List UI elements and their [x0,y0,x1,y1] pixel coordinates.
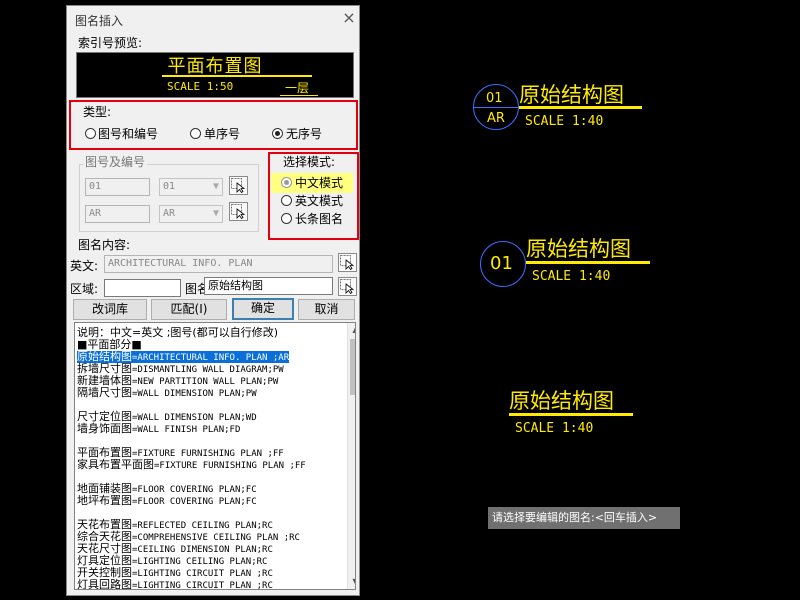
mode-radio-long-title[interactable] [281,213,292,224]
english-label: 英文: [70,259,99,273]
bubble-circle-2 [480,241,526,287]
list-item-english: =NEW PARTITION WALL PLAN;PW [132,377,279,387]
cursor-pick-icon [340,279,355,294]
list-item-english: =LIGHTING CIRCUIT PLAN ;RC [132,581,273,590]
type-option-2[interactable]: 单序号 [204,125,240,142]
pick-button-1[interactable] [229,176,248,195]
english-input[interactable]: ARCHITECTURAL INFO. PLAN [104,255,333,273]
english-pick-button[interactable] [338,253,357,272]
type-label: 类型: [83,105,112,119]
mode-radio-chinese[interactable] [281,177,292,188]
list-item-english: =WALL DIMENSION PLAN;PW [132,389,257,399]
block2-number: 01 [490,253,513,274]
pick-button-2[interactable] [229,202,248,221]
cursor-pick-icon [231,204,246,219]
list-item-english: =ARCHITECTURAL INFO. PLAN ;AR [132,353,290,363]
number-label: 图号及编号 [83,153,148,170]
list-item-chinese: 家具布置平面图 [77,458,154,471]
list-item-english: =LIGHTING CIRCUIT PLAN ;RC [132,569,273,579]
name-pick-button[interactable] [338,277,357,296]
list-item[interactable]: 灯具回路图=LIGHTING CIRCUIT PLAN ;RC [77,579,273,590]
mode-option-3[interactable]: 长条图名 [295,210,343,227]
block1-scale: SCALE 1:40 [525,114,604,129]
preview-floor-underline [280,95,318,96]
dialog-title: 图名插入 [75,14,124,28]
mode-option-2[interactable]: 英文模式 [295,192,343,209]
mode-label: 选择模式: [283,155,336,169]
list-item[interactable]: 隔墙尺寸图=WALL DIMENSION PLAN;PW [77,386,257,400]
type-radio-single-sequence[interactable] [190,128,201,139]
area-input[interactable] [104,279,181,297]
number-field-2[interactable]: AR [85,205,150,223]
list-item-english: =REFLECTED CEILING PLAN;RC [132,521,273,531]
preview-underline [162,75,312,77]
index-preview: 平面布置图 SCALE 1:50 一层 [76,52,354,98]
scroll-up-icon[interactable]: ▲ [348,323,355,337]
close-icon[interactable]: × [342,10,356,26]
list-item-english: =FIXTURE FURNISHING PLAN ;FF [154,461,306,471]
cursor-pick-icon [231,178,246,193]
name-input[interactable]: 原始结构图 [204,277,333,295]
preview-floor: 一层 [285,81,310,95]
cancel-button[interactable]: 取消 [298,299,355,320]
bubble-divider [474,107,518,108]
list-item-chinese: 灯具回路图 [77,578,132,590]
list-item-english: =WALL DIMENSION PLAN;WD [132,413,257,423]
mode-radio-english[interactable] [281,195,292,206]
type-option-3[interactable]: 无序号 [286,125,322,142]
type-option-1[interactable]: 图号和编号 [98,125,158,142]
list-item[interactable]: 家具布置平面图=FIXTURE FURNISHING PLAN ;FF [77,458,306,472]
title-library-list[interactable]: 说明：中文=英文 ;图号(都可以自行修改) ■平面部分■ 原始结构图=ARCHITE… [74,322,356,590]
list-item[interactable]: 地坪布置图=FLOOR COVERING PLAN;FC [77,494,257,508]
scroll-thumb[interactable] [350,339,355,395]
list-item-english: =WALL FINISH PLAN;FD [132,425,241,435]
block1-underline [519,106,642,109]
scroll-down-icon[interactable]: ▼ [348,575,355,589]
edit-library-button[interactable]: 改词库 [73,299,147,320]
block3-title: 原始结构图 [509,389,614,413]
list-item-english: =COMPREHENSIVE CEILING PLAN ;RC [132,533,300,543]
type-radio-number-and-code[interactable] [85,128,96,139]
chevron-down-icon: ▼ [212,181,219,192]
preview-label: 索引号预览: [78,36,143,50]
match-button[interactable]: 匹配(I) [151,299,227,320]
number-combo-1-value: 01 [163,181,176,192]
list-item-english: =FIXTURE FURNISHING PLAN ;FF [132,449,284,459]
block1-number: 01 [486,91,503,106]
area-label: 区域: [70,282,99,296]
block1-code: AR [487,111,505,126]
list-item[interactable]: 墙身饰面图=WALL FINISH PLAN;FD [77,422,241,436]
list-item-english: =CEILING DIMENSION PLAN;RC [132,545,273,555]
block2-title: 原始结构图 [526,237,631,261]
block2-scale: SCALE 1:40 [532,269,611,284]
command-prompt: 请选择要编辑的图名:<回车插入> [488,507,680,529]
cursor-pick-icon [340,255,355,270]
content-label: 图名内容: [78,238,131,252]
mode-option-1[interactable]: 中文模式 [295,174,343,191]
list-item-english: =FLOOR COVERING PLAN;FC [132,497,257,507]
block1-title: 原始结构图 [519,83,624,107]
block2-underline [526,261,650,264]
preview-scale: SCALE 1:50 [167,80,234,93]
ok-button[interactable]: 确定 [232,298,294,320]
type-radio-no-sequence[interactable] [272,128,283,139]
number-combo-1[interactable]: 01 ▼ [159,178,223,196]
number-combo-2[interactable]: AR ▼ [159,205,223,223]
number-combo-2-value: AR [163,208,176,219]
list-item-english: =FLOOR COVERING PLAN;FC [132,485,257,495]
list-item-english: =DISMANTLING WALL DIAGRAM;PW [132,365,284,375]
bubble-circle-1 [473,84,519,130]
number-field-1[interactable]: 01 [85,178,150,196]
list-scrollbar[interactable]: ▲ ▼ [347,323,355,589]
block3-scale: SCALE 1:40 [515,421,594,436]
chevron-down-icon: ▼ [212,208,219,219]
drawing-title-insert-dialog: 图名插入 × 索引号预览: 平面布置图 SCALE 1:50 一层 类型: 图号… [66,5,360,596]
list-item-chinese: 隔墙尺寸图 [77,386,132,399]
list-item-chinese: 墙身饰面图 [77,422,132,435]
list-item-english: =LIGHTING CEILING PLAN;RC [132,557,268,567]
list-item-chinese: 地坪布置图 [77,494,132,507]
block3-underline [509,413,633,416]
